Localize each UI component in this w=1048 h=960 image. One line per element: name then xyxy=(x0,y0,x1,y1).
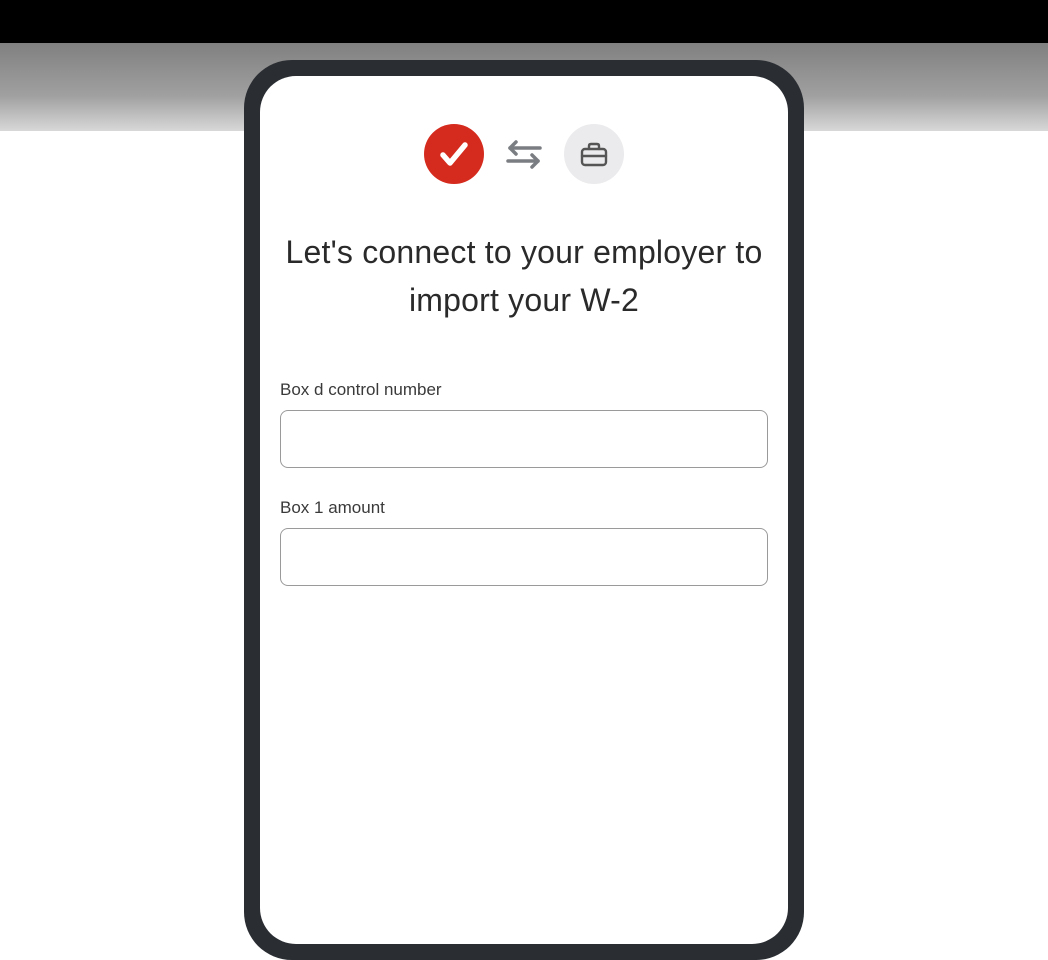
top-black-band xyxy=(0,0,1048,43)
briefcase-icon xyxy=(564,124,624,184)
phone-frame: Let's connect to your employer to import… xyxy=(244,60,804,960)
page-heading: Let's connect to your employer to import… xyxy=(280,228,768,324)
control-number-label: Box d control number xyxy=(280,380,768,400)
box1-amount-field-group: Box 1 amount xyxy=(280,498,768,586)
box1-amount-label: Box 1 amount xyxy=(280,498,768,518)
icon-header-row xyxy=(280,124,768,184)
sync-arrows-icon xyxy=(502,137,546,171)
control-number-field-group: Box d control number xyxy=(280,380,768,468)
phone-screen: Let's connect to your employer to import… xyxy=(260,76,788,944)
checkmark-circle-icon xyxy=(424,124,484,184)
control-number-input[interactable] xyxy=(280,410,768,468)
box1-amount-input[interactable] xyxy=(280,528,768,586)
